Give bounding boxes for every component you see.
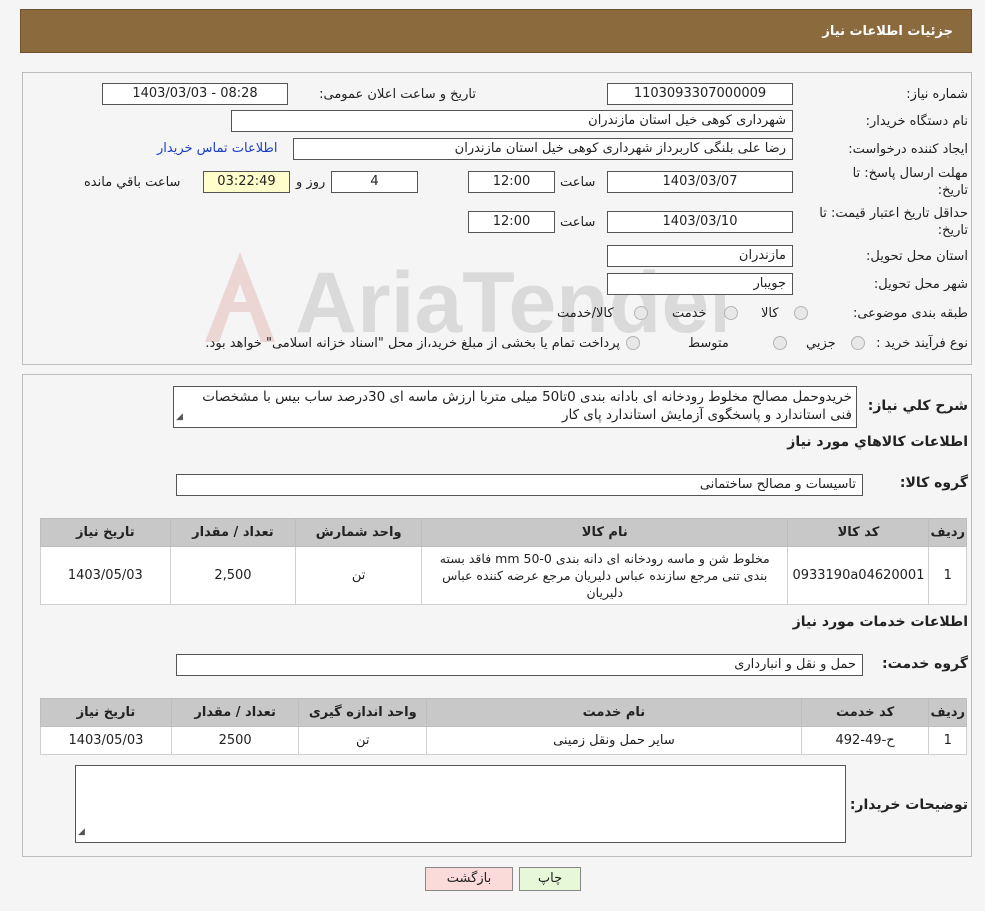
cell-unit: تن bbox=[298, 726, 428, 755]
city-field: جویبار bbox=[607, 273, 793, 295]
summary-textarea[interactable]: خریدوحمل مصالح مخلوط رودخانه ای بادانه ب… bbox=[173, 386, 857, 428]
page-title: جزئیات اطلاعات نیاز bbox=[822, 24, 953, 39]
buyer-org-field: شهرداری کوهی خیل استان مازندران bbox=[231, 110, 793, 132]
buyer-notes-label: توضیحات خریدار: bbox=[849, 797, 968, 813]
process-radio-medium[interactable] bbox=[773, 336, 787, 350]
validity-date-field: 1403/03/10 bbox=[607, 211, 793, 233]
category-radio-service[interactable] bbox=[724, 306, 738, 320]
col-date: تاریخ نیاز bbox=[40, 698, 172, 727]
buyer-notes-textarea[interactable]: ◢ bbox=[75, 765, 846, 843]
cell-name: سایر حمل ونقل زمینی bbox=[426, 726, 802, 755]
buyer-org-label: نام دستگاه خریدار: bbox=[865, 114, 968, 129]
province-field: مازندران bbox=[607, 245, 793, 267]
process-option-minor: جزیي bbox=[806, 336, 836, 351]
deadline-time-label: ساعت bbox=[560, 175, 596, 190]
services-section-title: اطلاعات خدمات مورد نياز bbox=[792, 614, 968, 630]
category-option-goods-service: کالا/خدمت bbox=[557, 306, 614, 321]
cell-qty: 2500 bbox=[170, 726, 300, 755]
validity-time-field: 12:00 bbox=[468, 211, 555, 233]
process-label: نوع فرآیند خرید : bbox=[876, 336, 968, 351]
col-unit: واحد شمارش bbox=[295, 518, 423, 547]
cell-date: 1403/05/03 bbox=[40, 726, 172, 755]
col-qty: تعداد / مقدار bbox=[169, 518, 297, 547]
table-row: 1 ح-49-492 سایر حمل ونقل زمینی تن 2500 1… bbox=[40, 726, 967, 755]
col-row: رديف bbox=[928, 518, 967, 547]
category-radio-goods[interactable] bbox=[794, 306, 808, 320]
cell-unit: تن bbox=[295, 546, 423, 605]
days-label: روز و bbox=[296, 175, 326, 190]
cell-date: 1403/05/03 bbox=[40, 546, 171, 605]
category-option-service: خدمت bbox=[672, 306, 707, 321]
validity-time-label: ساعت bbox=[560, 215, 596, 230]
cell-qty: 2,500 bbox=[169, 546, 297, 605]
goods-table-header: رديف کد کالا نام کالا واحد شمارش تعداد /… bbox=[40, 518, 967, 547]
goods-table: رديف کد کالا نام کالا واحد شمارش تعداد /… bbox=[40, 518, 967, 605]
announce-label: تاریخ و ساعت اعلان عمومی: bbox=[319, 87, 476, 102]
cell-name: مخلوط شن و ماسه رودخانه ای دانه بندی mm … bbox=[421, 546, 789, 605]
remaining-time-field: 03:22:49 bbox=[203, 171, 290, 193]
services-table-header: رديف کد خدمت نام خدمت واحد اندازه گیری ت… bbox=[40, 698, 967, 727]
print-button[interactable]: چاپ bbox=[519, 867, 581, 891]
col-code: کد خدمت bbox=[800, 698, 930, 727]
creator-field: رضا علی بلنگی کاربرداز شهرداری کوهی خیل … bbox=[293, 138, 793, 160]
buyer-contact-link[interactable]: اطلاعات تماس خریدار bbox=[157, 141, 277, 156]
province-label: استان محل تحویل: bbox=[866, 249, 968, 264]
col-qty: تعداد / مقدار bbox=[170, 698, 300, 727]
process-radio-treasury[interactable] bbox=[626, 336, 640, 350]
services-table: رديف کد خدمت نام خدمت واحد اندازه گیری ت… bbox=[40, 698, 967, 755]
announce-datetime-field: 1403/03/03 - 08:28 bbox=[102, 83, 288, 105]
col-name: نام خدمت bbox=[426, 698, 802, 727]
services-group-field: حمل و نقل و انبارداری bbox=[176, 654, 863, 676]
category-label: طبقه بندی موضوعی: bbox=[852, 306, 968, 321]
deadline-time-field: 12:00 bbox=[468, 171, 555, 193]
col-date: تاریخ نیاز bbox=[40, 518, 171, 547]
summary-label: شرح کلي نياز: bbox=[867, 398, 968, 414]
deadline-label-line2: تاریخ: bbox=[937, 183, 968, 198]
cell-code: 0933190a04620001 bbox=[787, 546, 930, 605]
back-button[interactable]: بازگشت bbox=[425, 867, 513, 891]
city-label: شهر محل تحویل: bbox=[873, 277, 968, 292]
goods-section-title: اطلاعات کالاهاي مورد نياز bbox=[787, 434, 968, 450]
need-number-label: شماره نیاز: bbox=[906, 87, 968, 102]
goods-group-label: گروه کالا: bbox=[899, 475, 968, 491]
resize-handle-icon[interactable]: ◢ bbox=[78, 823, 85, 841]
deadline-date-field: 1403/03/07 bbox=[607, 171, 793, 193]
process-radio-minor[interactable] bbox=[851, 336, 865, 350]
goods-group-field: تاسیسات و مصالح ساختمانی bbox=[176, 474, 863, 496]
col-row: رديف bbox=[928, 698, 967, 727]
deadline-label-line1: مهلت ارسال پاسخ: تا bbox=[852, 166, 968, 181]
process-note: پرداخت تمام یا بخشی از مبلغ خرید،از محل … bbox=[205, 336, 620, 351]
page-header: جزئیات اطلاعات نیاز bbox=[20, 9, 972, 53]
category-option-goods: کالا bbox=[761, 306, 779, 321]
col-name: نام کالا bbox=[421, 518, 789, 547]
days-remaining-field: 4 bbox=[331, 171, 418, 193]
services-group-label: گروه خدمت: bbox=[882, 656, 968, 672]
cell-code: ح-49-492 bbox=[800, 726, 930, 755]
col-unit: واحد اندازه گیری bbox=[298, 698, 428, 727]
validity-label-line2: تاریخ: bbox=[937, 223, 968, 238]
category-radio-goods-service[interactable] bbox=[634, 306, 648, 320]
summary-text: خریدوحمل مصالح مخلوط رودخانه ای بادانه ب… bbox=[202, 389, 852, 423]
need-number-field: 1103093307000009 bbox=[607, 83, 793, 105]
cell-row: 1 bbox=[928, 546, 967, 605]
creator-label: ایجاد کننده درخواست: bbox=[848, 142, 968, 157]
table-row: 1 0933190a04620001 مخلوط شن و ماسه رودخا… bbox=[40, 546, 967, 605]
col-code: کد کالا bbox=[787, 518, 930, 547]
resize-handle-icon[interactable]: ◢ bbox=[176, 408, 183, 426]
remaining-time-label: ساعت باقي مانده bbox=[84, 175, 181, 190]
process-option-medium: متوسط bbox=[688, 336, 729, 351]
cell-row: 1 bbox=[928, 726, 967, 755]
validity-label-line1: حداقل تاریخ اعتبار قیمت: تا bbox=[819, 206, 968, 221]
